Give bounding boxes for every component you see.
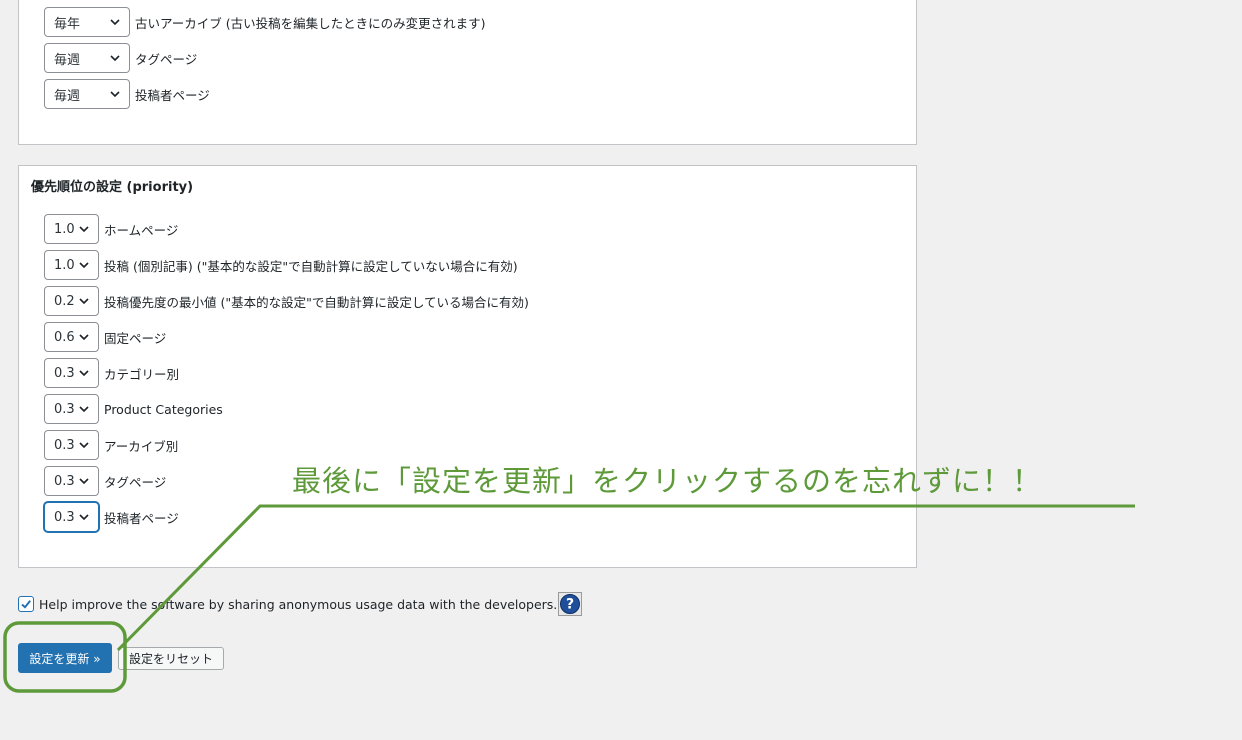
chevron-down-icon [79, 442, 89, 449]
chevron-down-icon [110, 55, 120, 62]
chevron-down-icon [79, 478, 89, 485]
priority-select-pages[interactable]: 0.6 [44, 322, 99, 352]
frequency-row-author: 毎週 投稿者ページ [44, 79, 210, 109]
priority-select-tags[interactable]: 0.3 [44, 466, 99, 496]
priority-row-archives: 0.3 アーカイブ別 [44, 430, 178, 460]
svg-text:?: ? [566, 597, 574, 613]
frequency-label-author: 投稿者ページ [135, 87, 210, 103]
priority-label-tags: タグページ [104, 474, 167, 490]
select-value: 0.3 [54, 365, 75, 381]
chevron-down-icon [110, 19, 120, 26]
chevron-down-icon [79, 226, 89, 233]
frequency-panel: 毎年 古いアーカイブ (古い投稿を編集したときにのみ変更されます) 毎週 タグペ… [18, 0, 917, 145]
priority-panel-title: 優先順位の設定 (priority) [31, 180, 194, 195]
checkmark-icon [21, 600, 31, 609]
select-value: 1.0 [54, 257, 75, 273]
priority-row-homepage: 1.0 ホームページ [44, 214, 178, 244]
select-value: 0.3 [54, 437, 75, 453]
select-value: 0.6 [54, 329, 75, 345]
select-value: 0.3 [54, 509, 75, 525]
select-value: 0.2 [54, 293, 75, 309]
select-value: 毎週 [54, 88, 81, 104]
priority-row-posts: 1.0 投稿 (個別記事) ("基本的な設定"で自動計算に設定していない場合に有… [44, 250, 518, 280]
priority-row-pages: 0.6 固定ページ [44, 322, 166, 352]
frequency-select-author[interactable]: 毎週 [44, 79, 130, 109]
usage-checkbox[interactable] [18, 596, 34, 612]
priority-label-min-post: 投稿優先度の最小値 ("基本的な設定"で自動計算に設定している場合に有効) [104, 294, 529, 310]
priority-select-min-post[interactable]: 0.2 [44, 286, 99, 316]
chevron-down-icon [79, 262, 89, 269]
priority-select-homepage[interactable]: 1.0 [44, 214, 99, 244]
priority-label-pages: 固定ページ [104, 330, 167, 346]
priority-row-categories: 0.3 カテゴリー別 [44, 358, 179, 388]
priority-label-posts: 投稿 (個別記事) ("基本的な設定"で自動計算に設定していない場合に有効) [104, 258, 518, 274]
priority-select-product-categories[interactable]: 0.3 [44, 394, 99, 424]
chevron-down-icon [79, 334, 89, 341]
reset-settings-button[interactable]: 設定をリセット [118, 647, 224, 670]
frequency-label-old-archive: 古いアーカイブ (古い投稿を編集したときにのみ変更されます) [135, 15, 486, 31]
priority-label-categories: カテゴリー別 [104, 366, 180, 382]
frequency-row-old-archive: 毎年 古いアーカイブ (古い投稿を編集したときにのみ変更されます) [44, 7, 485, 37]
chevron-down-icon [79, 298, 89, 305]
frequency-select-tag[interactable]: 毎週 [44, 43, 130, 73]
priority-select-posts[interactable]: 1.0 [44, 250, 99, 280]
frequency-label-tag: タグページ [135, 51, 198, 67]
priority-row-product-categories: 0.3 Product Categories [44, 394, 223, 424]
chevron-down-icon [79, 514, 89, 521]
priority-label-archives: アーカイブ別 [104, 438, 179, 454]
chevron-down-icon [79, 406, 89, 413]
chevron-down-icon [79, 370, 89, 377]
select-value: 0.3 [54, 401, 75, 417]
select-value: 1.0 [54, 221, 75, 237]
priority-row-tags: 0.3 タグページ [44, 466, 166, 496]
priority-select-categories[interactable]: 0.3 [44, 358, 99, 388]
priority-label-product-categories: Product Categories [104, 401, 223, 417]
select-value: 0.3 [54, 473, 75, 489]
priority-select-archives[interactable]: 0.3 [44, 430, 99, 460]
select-value: 毎年 [54, 16, 81, 32]
save-settings-button[interactable]: 設定を更新 » [18, 643, 112, 673]
frequency-row-tag: 毎週 タグページ [44, 43, 197, 73]
priority-label-authors: 投稿者ページ [104, 510, 179, 526]
annotation-text: 最後に「設定を更新」をクリックするのを忘れずに！！ [292, 464, 1043, 498]
priority-select-authors[interactable]: 0.3 [44, 502, 99, 532]
select-value: 毎週 [54, 52, 81, 68]
usage-optin-row: Help improve the software by sharing ano… [18, 592, 583, 616]
help-icon[interactable]: ? [558, 592, 583, 616]
chevron-down-icon [110, 91, 120, 98]
usage-label: Help improve the software by sharing ano… [39, 596, 558, 612]
priority-row-min-post: 0.2 投稿優先度の最小値 ("基本的な設定"で自動計算に設定している場合に有効… [44, 286, 529, 316]
priority-label-homepage: ホームページ [104, 222, 179, 238]
frequency-select-old-archive[interactable]: 毎年 [44, 7, 130, 37]
priority-panel: 優先順位の設定 (priority) 1.0 ホームページ 1.0 投稿 (個別… [18, 165, 917, 568]
priority-row-authors: 0.3 投稿者ページ [44, 502, 179, 532]
